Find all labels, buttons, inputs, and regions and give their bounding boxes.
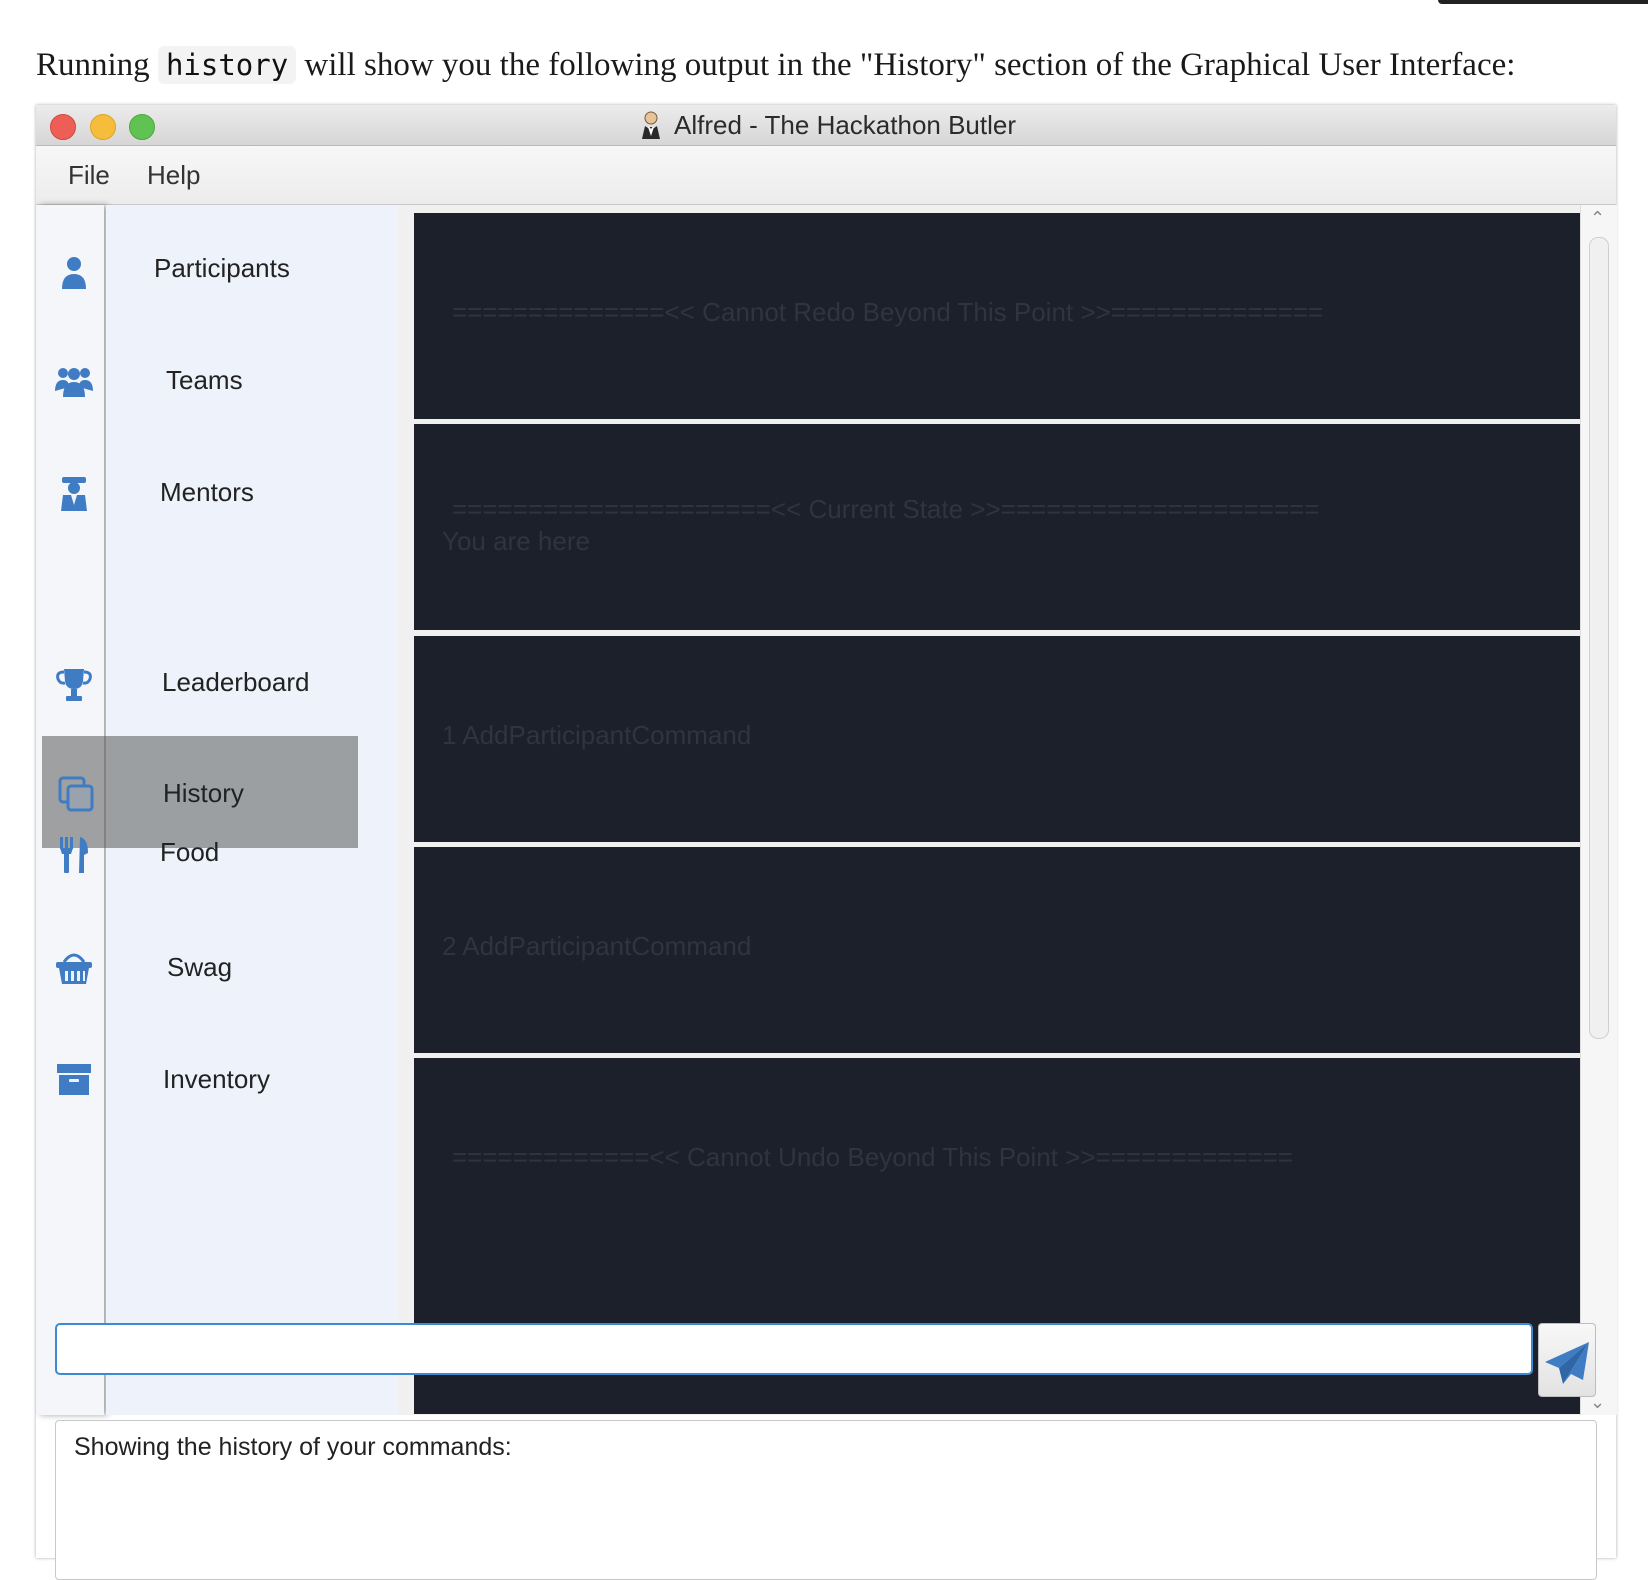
intro-before: Running [36,47,158,83]
sidebar-item-swag[interactable]: Swag [36,908,396,1020]
sidebar-item-label: Leaderboard [162,667,310,697]
send-command-button[interactable] [1538,1323,1596,1397]
history-card-redo-limit: ==============<< Cannot Redo Beyond This… [414,213,1604,419]
history-list-panel: ==============<< Cannot Redo Beyond This… [398,205,1616,1415]
history-card-command: 1 AddParticipantCommand [414,636,1604,842]
butler-icon [641,111,660,139]
scroll-up-icon[interactable]: ⌃ [1590,209,1605,227]
history-card-current-state: =====================<< Current State >>… [414,424,1604,630]
mentor-icon [61,477,87,511]
menu-help[interactable]: Help [147,160,200,191]
command-input[interactable] [55,1323,1533,1375]
result-display: Showing the history of your commands: [55,1420,1597,1580]
sidebar-item-inventory[interactable]: Inventory [36,1020,396,1132]
trophy-icon [56,669,92,701]
history-card-text: 1 AddParticipantCommand [442,720,752,750]
sidebar-item-mentors[interactable]: Mentors [36,433,396,545]
sidebar-item-label: Swag [167,952,233,982]
intro-after: will show you the following output in th… [296,47,1516,83]
menu-bar: File Help [36,146,1616,205]
history-card-text: =====================<< Current State >>… [452,494,1320,524]
intro-paragraph: Running history will show you the follow… [36,46,1636,84]
sidebar-item-label: Participants [154,253,290,283]
sidebar-item-label: Food [160,837,220,867]
sidebar-item-teams[interactable]: Teams [36,321,396,433]
result-text: Showing the history of your commands: [74,1433,512,1461]
group-icon [55,368,93,397]
app-window: Alfred - The Hackathon Butler File Help … [36,105,1617,1580]
sidebar-item-label: Teams [166,365,243,395]
history-icon [58,776,94,812]
history-card-text: 2 AddParticipantCommand [442,931,752,961]
menu-file[interactable]: File [68,160,110,191]
history-card-subtext: You are here [442,526,590,556]
sidebar-item-participants[interactable]: Participants [36,209,396,321]
window-title: Alfred - The Hackathon Butler [673,109,1017,140]
sidebar-item-label: Mentors [160,477,254,507]
page-corner-strip [1438,0,1648,4]
history-card-text: ==============<< Cannot Redo Beyond This… [452,297,1324,327]
history-card-text: =============<< Cannot Undo Beyond This … [452,1142,1293,1172]
person-icon [62,257,86,289]
scroll-thumb[interactable] [1589,237,1609,1039]
sidebar-item-label: History [163,778,244,808]
history-command-code: history [157,46,297,84]
history-card-command: 2 AddParticipantCommand [414,847,1604,1053]
basket-icon [56,953,92,984]
sidebar-item-leaderboard[interactable]: Leaderboard [36,623,396,735]
archive-icon [57,1064,91,1095]
sidebar-item-label: Inventory [163,1064,270,1094]
cutlery-icon [60,837,88,873]
paper-plane-icon [1545,1342,1589,1384]
title-bar: Alfred - The Hackathon Butler [36,105,1616,146]
vertical-scrollbar[interactable]: ⌃ ⌄ [1580,205,1617,1415]
